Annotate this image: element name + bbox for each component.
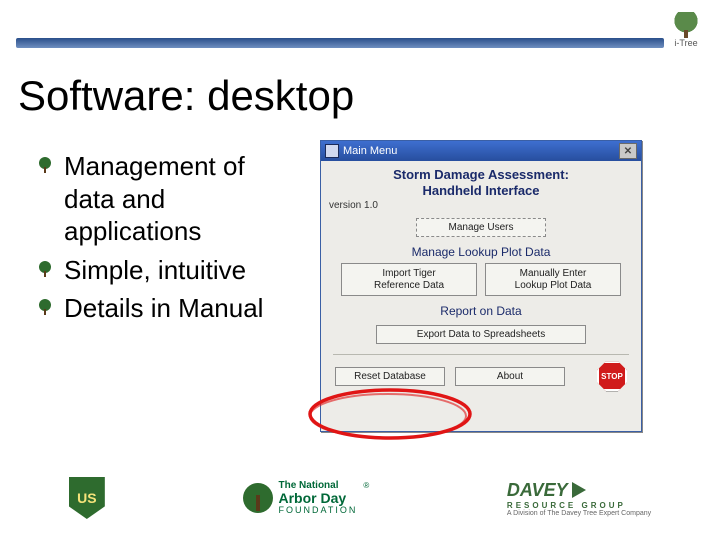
stop-icon: STOP <box>597 361 627 391</box>
reset-database-button[interactable]: Reset Database <box>335 367 445 386</box>
bullet-text: Details in Manual <box>64 293 263 323</box>
leaf-icon <box>243 483 273 513</box>
bullet-item: Simple, intuitive <box>36 254 296 287</box>
arbor-line3: FOUNDATION <box>279 506 358 515</box>
app-heading-line1: Storm Damage Assessment: <box>329 167 633 183</box>
slide: i-Tree Software: desktop Management of d… <box>0 0 720 540</box>
manual-lookup-button[interactable]: Manually Enter Lookup Plot Data <box>485 263 621 296</box>
davey-line2: RESOURCE GROUP <box>507 501 651 510</box>
header-bar <box>16 38 664 48</box>
bullet-text: Simple, intuitive <box>64 255 246 285</box>
registered-icon: ® <box>363 481 369 490</box>
app-heading: Storm Damage Assessment: Handheld Interf… <box>329 167 633 198</box>
stop-label: STOP <box>601 372 623 381</box>
window-titlebar: Main Menu ✕ <box>321 141 641 161</box>
tree-bullet-icon <box>36 298 54 316</box>
close-icon[interactable]: ✕ <box>619 143 637 159</box>
stop-button[interactable]: STOP <box>597 361 627 391</box>
tree-bullet-icon <box>36 156 54 174</box>
usfs-logo: US <box>69 477 105 519</box>
arbor-line2: Arbor Day <box>279 491 358 506</box>
import-tiger-button[interactable]: Import Tiger Reference Data <box>341 263 477 296</box>
manage-users-button[interactable]: Manage Users <box>416 218 546 237</box>
davey-logo: DAVEY RESOURCE GROUP A Division of The D… <box>507 480 651 517</box>
window-system-icon <box>325 144 339 158</box>
bullet-item: Management of data and applications <box>36 150 296 248</box>
app-heading-line2: Handheld Interface <box>329 183 633 199</box>
app-window: Main Menu ✕ Storm Damage Assessment: Han… <box>320 140 642 432</box>
window-title: Main Menu <box>343 145 397 157</box>
header-logo: i-Tree <box>664 12 708 48</box>
section-report-label: Report on Data <box>329 304 633 318</box>
app-body: Storm Damage Assessment: Handheld Interf… <box>321 161 641 399</box>
tree-icon <box>672 12 700 34</box>
slide-title: Software: desktop <box>18 72 354 120</box>
arbor-day-logo: The National Arbor Day FOUNDATION ® <box>243 481 370 516</box>
section-lookup-label: Manage Lookup Plot Data <box>329 245 633 259</box>
bullet-list: Management of data and applications Simp… <box>36 150 296 331</box>
footer: US The National Arbor Day FOUNDATION ® D… <box>0 470 720 526</box>
header-logo-caption: i-Tree <box>664 38 708 48</box>
bullet-text: Management of data and applications <box>64 151 245 246</box>
shield-icon: US <box>69 477 105 519</box>
divider <box>333 354 629 355</box>
about-button[interactable]: About <box>455 367 565 386</box>
triangle-icon <box>572 482 586 498</box>
davey-line1: DAVEY <box>507 480 568 501</box>
app-version: version 1.0 <box>329 200 633 211</box>
tree-bullet-icon <box>36 260 54 278</box>
export-data-button[interactable]: Export Data to Spreadsheets <box>376 325 586 344</box>
bullet-item: Details in Manual <box>36 292 296 325</box>
davey-line3: A Division of The Davey Tree Expert Comp… <box>507 510 651 517</box>
